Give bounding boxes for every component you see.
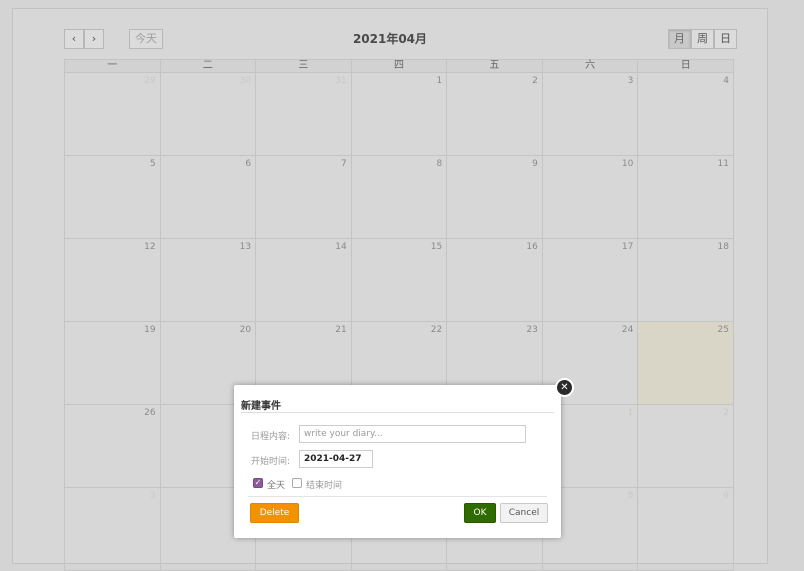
week-row: 5 6 7 8 9 10 11 xyxy=(64,155,734,239)
view-button-group: 月 周 日 xyxy=(668,29,737,49)
weekday-header-row: 一 二 三 四 五 六 日 xyxy=(64,59,734,73)
close-icon[interactable]: ✕ xyxy=(555,378,574,397)
day-cell[interactable]: 8 xyxy=(350,155,448,239)
day-cell[interactable]: 29 xyxy=(64,72,161,156)
day-cell-today[interactable]: 25 xyxy=(637,321,734,405)
day-cell[interactable]: 2 xyxy=(446,72,543,156)
day-cell[interactable]: 13 xyxy=(159,238,257,322)
week-row: 12 13 14 15 16 17 18 xyxy=(64,238,734,322)
weekday-header: 日 xyxy=(637,59,734,73)
view-month-button[interactable]: 月 xyxy=(668,29,691,49)
allday-checkbox[interactable]: ✓ xyxy=(253,478,263,488)
view-week-button[interactable]: 周 xyxy=(691,29,714,49)
day-cell[interactable]: 15 xyxy=(350,238,448,322)
weekday-header: 六 xyxy=(541,59,639,73)
weekday-header: 三 xyxy=(255,59,352,73)
new-event-dialog: 新建事件 日程内容: write your diary... 开始时间: 202… xyxy=(234,385,561,538)
day-cell[interactable]: 12 xyxy=(64,238,161,322)
day-cell[interactable]: 31 xyxy=(255,72,352,156)
delete-button[interactable]: Delete xyxy=(250,503,299,523)
endtime-label: 结束时间 xyxy=(306,481,343,491)
day-cell[interactable]: 30 xyxy=(159,72,257,156)
endtime-checkbox[interactable] xyxy=(292,478,302,488)
weekday-header: 二 xyxy=(159,59,257,73)
day-cell[interactable]: 3 xyxy=(541,72,639,156)
ok-button[interactable]: OK xyxy=(464,503,496,523)
day-cell[interactable]: 14 xyxy=(255,238,352,322)
day-cell[interactable]: 17 xyxy=(541,238,639,322)
day-cell[interactable]: 4 xyxy=(637,72,734,156)
allday-label: 全天 xyxy=(267,481,286,491)
day-cell[interactable]: 18 xyxy=(637,238,734,322)
event-content-input[interactable]: write your diary... xyxy=(299,425,526,443)
content-label: 日程内容: xyxy=(251,432,291,442)
dialog-footer-divider xyxy=(248,496,547,497)
day-cell[interactable]: 5 xyxy=(64,155,161,239)
week-row: 29 30 31 1 2 3 4 xyxy=(64,72,734,156)
day-cell[interactable]: 3 xyxy=(64,487,161,571)
day-cell[interactable]: 11 xyxy=(637,155,734,239)
weekday-header: 四 xyxy=(350,59,448,73)
day-cell[interactable]: 9 xyxy=(637,487,734,571)
day-cell[interactable]: 6 xyxy=(159,155,257,239)
start-time-label: 开始时间: xyxy=(251,457,291,467)
calendar-title: 2021年04月 xyxy=(352,32,428,46)
cancel-button[interactable]: Cancel xyxy=(500,503,548,523)
weekday-header: 五 xyxy=(446,59,543,73)
day-cell[interactable]: 7 xyxy=(255,155,352,239)
day-cell[interactable]: 10 xyxy=(541,155,639,239)
weekday-header: 一 xyxy=(64,59,161,73)
calendar-toolbar: ‹ › 今天 2021年04月 月 周 日 xyxy=(13,9,767,57)
day-cell[interactable]: 2 xyxy=(637,404,734,488)
day-cell[interactable]: 26 xyxy=(64,404,161,488)
view-day-button[interactable]: 日 xyxy=(714,29,737,49)
start-date-input[interactable]: 2021-04-27 xyxy=(299,450,373,468)
day-cell[interactable]: 19 xyxy=(64,321,161,405)
day-cell[interactable]: 9 xyxy=(446,155,543,239)
day-cell[interactable]: 1 xyxy=(350,72,448,156)
dialog-title: 新建事件 xyxy=(241,401,281,412)
dialog-divider xyxy=(241,412,554,413)
day-cell[interactable]: 16 xyxy=(446,238,543,322)
